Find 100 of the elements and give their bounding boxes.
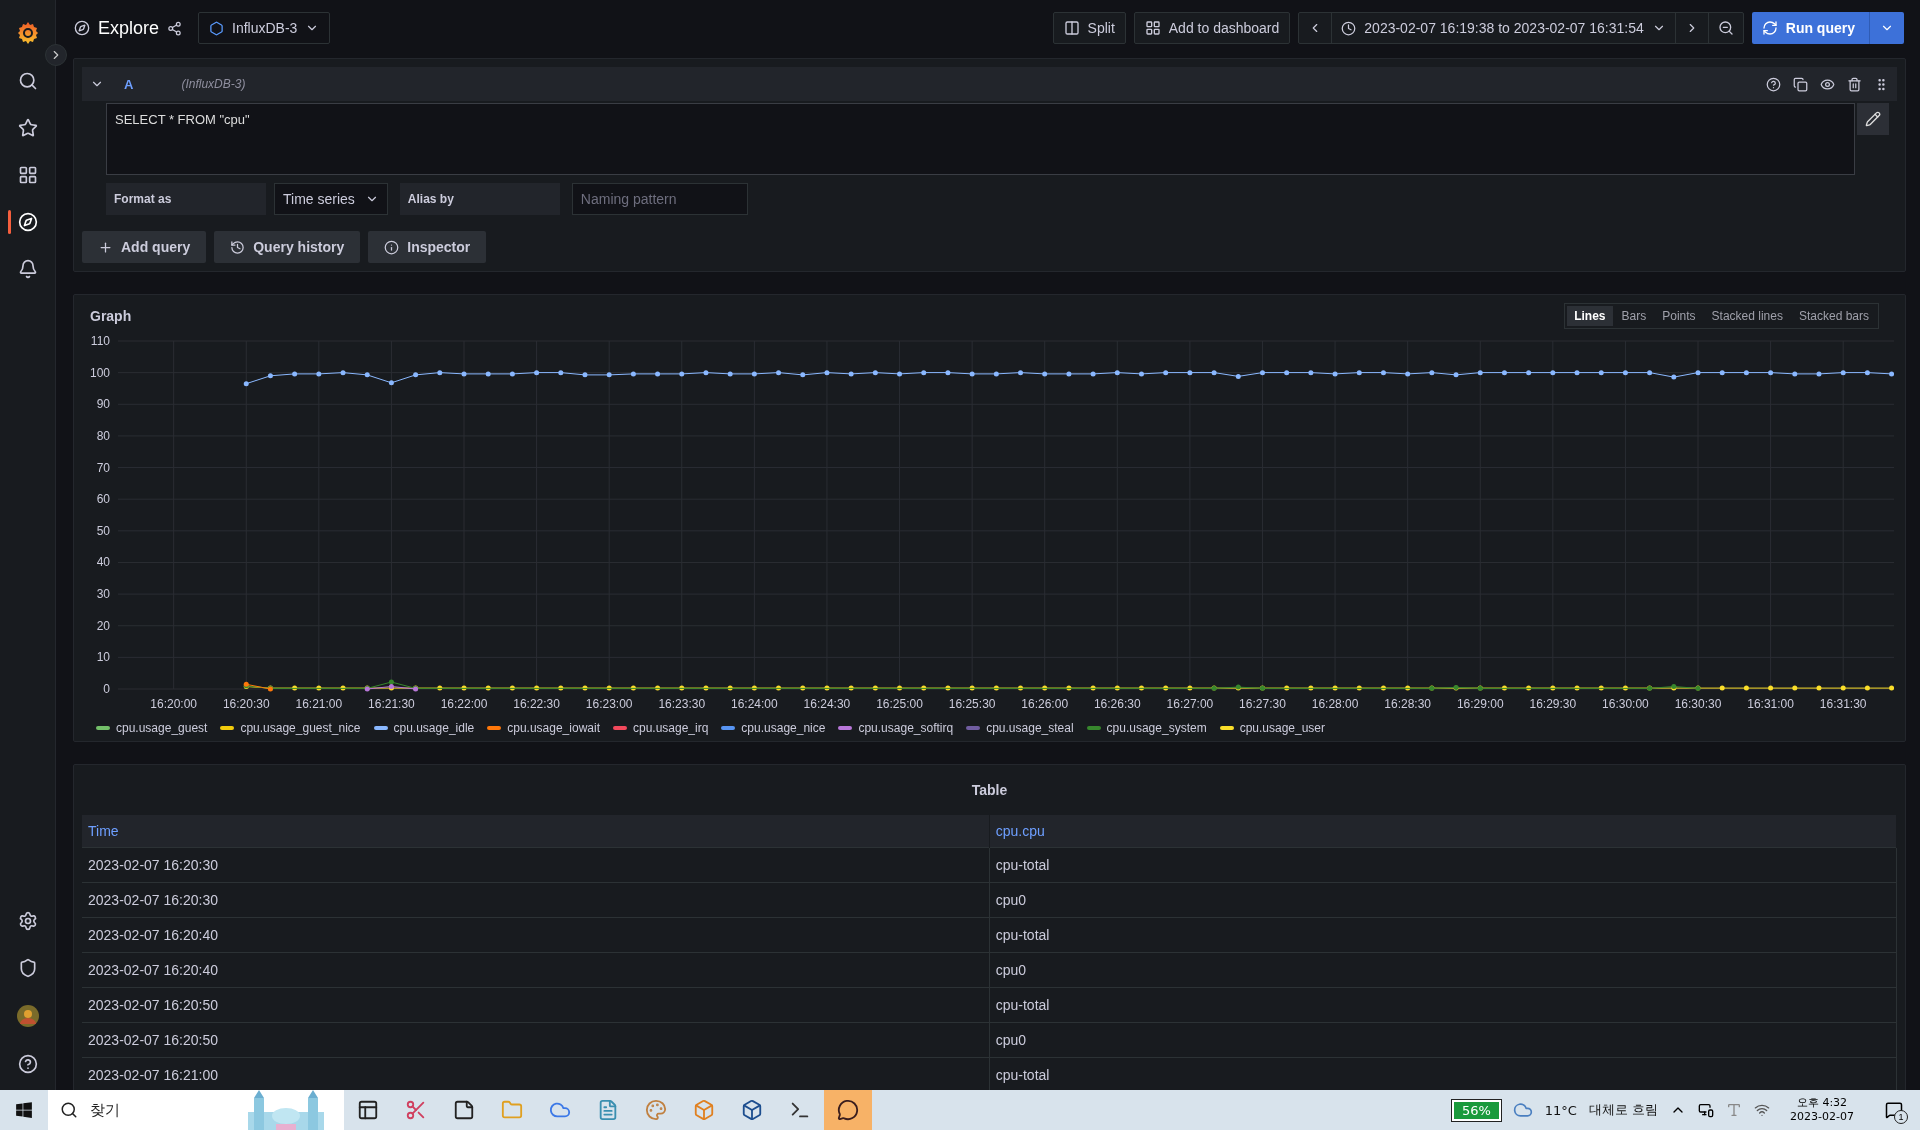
- table-cell: 2023-02-07 16:20:30: [82, 882, 990, 918]
- legend-label[interactable]: cpu.usage_iowait: [507, 721, 600, 735]
- alias-input[interactable]: Naming pattern: [571, 183, 748, 215]
- search-field[interactable]: 찾기: [88, 1100, 238, 1120]
- plus-icon: [98, 239, 113, 255]
- chat-icon[interactable]: [824, 1090, 872, 1130]
- help-icon[interactable]: [17, 1054, 38, 1074]
- taskbar-clock[interactable]: 오후 4:32 2023-02-07: [1782, 1096, 1862, 1124]
- share-icon[interactable]: [167, 20, 183, 36]
- windows-logo-icon: [15, 1101, 33, 1119]
- column-header[interactable]: cpu.cpu: [989, 815, 1897, 848]
- y-axis-label: 80: [96, 428, 110, 443]
- legend-label[interactable]: cpu.usage_softirq: [858, 721, 954, 735]
- legend-label[interactable]: cpu.usage_idle: [393, 721, 475, 735]
- split-button[interactable]: Split: [1052, 12, 1126, 44]
- y-axis-label: 10: [96, 650, 110, 665]
- explore-icon[interactable]: [17, 212, 38, 232]
- clock-icon: [1341, 20, 1357, 36]
- table-cell: 2023-02-07 16:20:40: [82, 952, 990, 988]
- trash-icon[interactable]: [1847, 76, 1862, 92]
- eye-icon[interactable]: [1820, 76, 1835, 92]
- datasource-picker[interactable]: InfluxDB-3: [198, 12, 331, 44]
- column-header[interactable]: Time: [82, 815, 990, 848]
- visualization-option[interactable]: Lines: [1567, 306, 1613, 326]
- network-icon[interactable]: [1754, 1102, 1771, 1118]
- query-editor[interactable]: SELECT * FROM "cpu": [106, 103, 1855, 175]
- x-axis-label: 16:22:00: [440, 697, 488, 711]
- device-icon[interactable]: [1698, 1102, 1715, 1118]
- visualization-option[interactable]: Bars: [1614, 306, 1654, 326]
- x-axis-label: 16:30:30: [1674, 697, 1722, 711]
- x-axis-label: 16:21:00: [295, 697, 343, 711]
- y-axis-label: 50: [96, 523, 110, 538]
- table-cell: 2023-02-07 16:20:50: [82, 987, 990, 1023]
- x-axis-label: 16:30:00: [1602, 697, 1649, 711]
- table-cell: cpu0: [989, 1022, 1897, 1058]
- legend-label[interactable]: cpu.usage_nice: [741, 721, 826, 735]
- legend-label[interactable]: cpu.usage_irq: [632, 721, 709, 735]
- y-axis-label: 0: [103, 682, 110, 696]
- x-axis-label: 16:23:30: [658, 697, 706, 711]
- query-datasource: (InfluxDB-3): [181, 77, 246, 91]
- star-icon[interactable]: [17, 118, 38, 138]
- search-icon[interactable]: [17, 71, 38, 91]
- y-axis-label: 90: [96, 397, 110, 412]
- weather-icon: [1512, 1100, 1533, 1120]
- query-action-button[interactable]: Query history: [214, 231, 361, 263]
- legend-label[interactable]: cpu.usage_guest_nice: [240, 721, 361, 735]
- info-icon: [384, 239, 400, 255]
- y-axis-label: 100: [89, 365, 110, 380]
- legend-label[interactable]: cpu.usage_guest: [116, 721, 208, 735]
- duplicate-icon[interactable]: [1793, 76, 1808, 92]
- grid-icon: [1144, 20, 1161, 36]
- run-query-button[interactable]: Run query: [1751, 12, 1869, 44]
- table-cell: 2023-02-07 16:20:40: [82, 917, 990, 953]
- edit-button[interactable]: [1857, 103, 1889, 135]
- hexagon-icon: [209, 20, 225, 36]
- visualization-option[interactable]: Stacked lines: [1704, 306, 1790, 326]
- visualization-option[interactable]: Stacked bars: [1791, 306, 1876, 326]
- notification-button[interactable]: 1: [1874, 1090, 1914, 1130]
- expand-sidebar-button[interactable]: [45, 44, 67, 66]
- format-select[interactable]: Time series: [274, 183, 388, 215]
- visualization-option[interactable]: Points: [1655, 306, 1703, 326]
- x-axis-label: 16:25:00: [876, 697, 923, 711]
- avatar[interactable]: [16, 1005, 39, 1027]
- query-action-button[interactable]: Add query: [82, 231, 207, 263]
- x-axis-label: 16:31:00: [1747, 697, 1794, 711]
- x-axis-label: 16:25:30: [948, 697, 996, 711]
- x-axis-label: 16:28:30: [1384, 697, 1431, 711]
- x-axis-label: 16:27:30: [1239, 697, 1286, 711]
- bell-icon[interactable]: [17, 259, 38, 279]
- y-axis-label: 110: [90, 334, 110, 348]
- x-axis-label: 16:20:30: [222, 697, 270, 711]
- x-axis-label: 16:20:00: [150, 697, 197, 711]
- page-title: Explore: [98, 17, 160, 39]
- y-axis-label: 30: [96, 587, 110, 602]
- x-axis-label: 16:26:30: [1093, 697, 1141, 711]
- dashboards-icon[interactable]: [17, 165, 38, 185]
- notification-badge: 1: [1894, 1110, 1908, 1124]
- legend-label[interactable]: cpu.usage_system: [1106, 721, 1207, 735]
- format-label: Format as: [106, 183, 266, 215]
- table-cell: cpu-total: [989, 987, 1897, 1023]
- table-cell: cpu-total: [989, 847, 1897, 883]
- query-ref: A: [124, 76, 134, 92]
- settings-icon[interactable]: [17, 911, 38, 931]
- help-icon[interactable]: [1766, 76, 1781, 92]
- table-cell: 2023-02-07 16:20:50: [82, 1022, 990, 1058]
- y-axis-label: 40: [96, 555, 110, 570]
- x-axis-label: 16:22:30: [513, 697, 560, 711]
- search-box[interactable]: 찾기: [48, 1090, 344, 1130]
- explore-icon: [74, 20, 90, 36]
- add-to-dashboard-button[interactable]: Add to dashboard: [1133, 12, 1291, 44]
- search-icon: [60, 1101, 78, 1119]
- legend-label[interactable]: cpu.usage_steal: [986, 721, 1074, 735]
- alias-label: Alias by: [399, 183, 560, 215]
- table-cell: cpu0: [989, 882, 1897, 918]
- legend-label[interactable]: cpu.usage_user: [1239, 721, 1326, 735]
- query-action-button[interactable]: Inspector: [368, 231, 487, 263]
- panel-title: Table: [971, 782, 1008, 798]
- zoom-out-icon: [1717, 20, 1734, 36]
- panel-title: Graph: [90, 308, 132, 324]
- x-axis-label: 16:21:30: [368, 697, 415, 711]
